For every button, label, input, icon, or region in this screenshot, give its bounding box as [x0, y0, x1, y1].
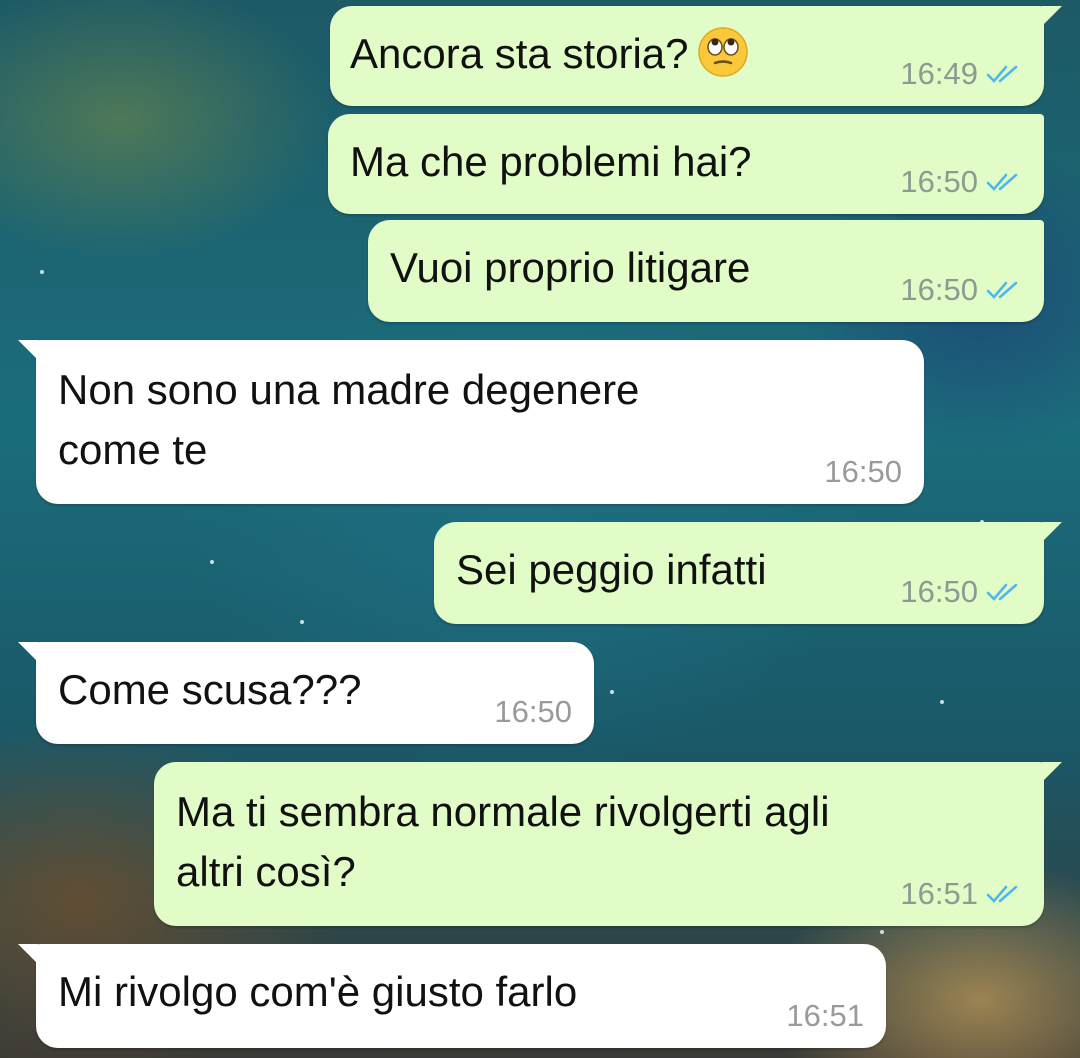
message-text: Non sono una madre degenere come te: [58, 366, 640, 473]
message-bubble-outgoing[interactable]: Ma ti sembra normale rivolgerti agli alt…: [154, 762, 1062, 926]
double-check-read-icon: [986, 583, 1018, 601]
message-meta: 16:50: [900, 272, 1022, 308]
message-text: Vuoi proprio litigare: [390, 244, 751, 291]
message-bubble-incoming[interactable]: Come scusa??? 16:50: [18, 642, 594, 744]
bubble-tail: [18, 944, 38, 964]
message-time: 16:50: [900, 272, 978, 307]
message-bubble-outgoing[interactable]: Vuoi proprio litigare 16:50: [368, 220, 1044, 322]
message-time: 16:50: [824, 454, 902, 489]
bubble-tail: [1042, 762, 1062, 782]
message-list[interactable]: Ancora sta storia? 16:49 Ma che problemi…: [0, 0, 1080, 1058]
message-time: 16:49: [900, 56, 978, 91]
message-bubble-outgoing[interactable]: Sei peggio infatti 16:50: [434, 522, 1062, 624]
message-bubble-outgoing[interactable]: Ma che problemi hai? 16:50: [328, 114, 1044, 214]
message-text: Mi rivolgo com'è giusto farlo: [58, 968, 578, 1015]
message-meta: 16:49: [900, 56, 1022, 92]
message-time: 16:50: [494, 694, 572, 729]
message-text: Ma ti sembra normale rivolgerti agli alt…: [176, 788, 830, 895]
message-time: 16:51: [786, 998, 864, 1033]
message-bubble-incoming[interactable]: Non sono una madre degenere come te 16:5…: [18, 340, 924, 504]
message-time: 16:50: [900, 574, 978, 609]
bubble-tail: [1042, 522, 1062, 542]
double-check-read-icon: [986, 885, 1018, 903]
bubble-tail: [1042, 6, 1062, 26]
bubble-tail: [18, 642, 38, 662]
message-text: Come scusa???: [58, 666, 362, 713]
message-text: Ma che problemi hai?: [350, 138, 752, 185]
face-with-rolling-eyes-icon: [697, 27, 748, 77]
bubble-tail: [18, 340, 38, 360]
message-meta: 16:51: [786, 998, 864, 1034]
message-text: Ancora sta storia?: [350, 24, 749, 84]
message-meta: 16:50: [900, 574, 1022, 610]
double-check-read-icon: [986, 65, 1018, 83]
message-meta: 16:51: [900, 876, 1022, 912]
double-check-read-icon: [986, 173, 1018, 191]
message-meta: 16:50: [824, 454, 902, 490]
message-bubble-outgoing[interactable]: Ancora sta storia? 16:49: [330, 6, 1062, 106]
message-text: Sei peggio infatti: [456, 546, 767, 593]
message-meta: 16:50: [900, 164, 1022, 200]
message-time: 16:50: [900, 164, 978, 199]
double-check-read-icon: [986, 281, 1018, 299]
message-bubble-incoming[interactable]: Mi rivolgo com'è giusto farlo 16:51: [18, 944, 886, 1048]
message-time: 16:51: [900, 876, 978, 911]
message-meta: 16:50: [494, 694, 572, 730]
